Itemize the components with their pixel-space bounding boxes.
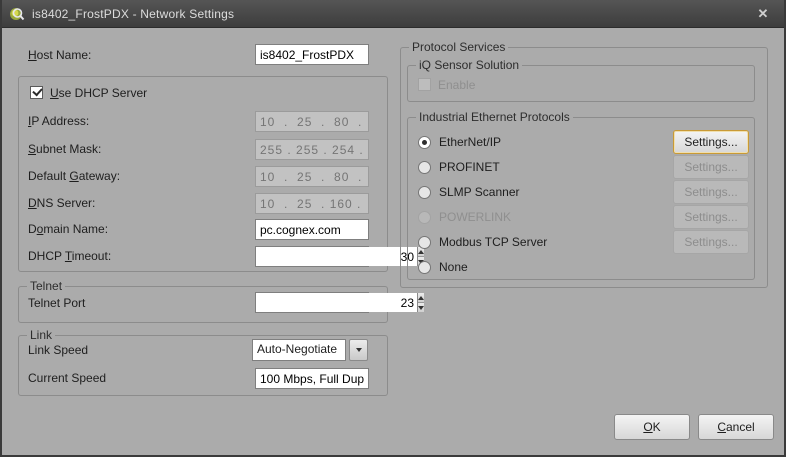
iq-sensor-group: iQ Sensor Solution Enable bbox=[407, 58, 755, 102]
right-column: Protocol Services iQ Sensor Solution Ena… bbox=[400, 28, 770, 428]
dns-server-input bbox=[255, 193, 369, 214]
use-dhcp-checkbox[interactable] bbox=[30, 86, 43, 99]
titlebar[interactable]: is8402_FrostPDX - Network Settings ✕ bbox=[2, 0, 784, 28]
domain-name-input[interactable] bbox=[255, 219, 369, 240]
telnet-legend: Telnet bbox=[30, 279, 63, 293]
use-dhcp-label: Use DHCP Server bbox=[50, 86, 148, 100]
host-name-input[interactable] bbox=[255, 44, 369, 65]
domain-name-label: Domain Name: bbox=[28, 222, 109, 236]
insight-app-icon bbox=[10, 7, 25, 20]
link-speed-dropdown[interactable]: Auto-Negotiate bbox=[252, 339, 368, 361]
protocol-services-group: Protocol Services iQ Sensor Solution Ena… bbox=[400, 40, 768, 288]
window-title: is8402_FrostPDX - Network Settings bbox=[32, 6, 235, 21]
link-legend: Link bbox=[30, 328, 53, 342]
telnet-port-input[interactable] bbox=[256, 293, 417, 312]
current-speed-input bbox=[255, 368, 369, 389]
subnet-mask-label: Subnet Mask: bbox=[28, 142, 102, 156]
none-row: None bbox=[418, 255, 746, 279]
dns-server-label: DNS Server: bbox=[28, 196, 96, 210]
iep-legend: Industrial Ethernet Protocols bbox=[419, 110, 570, 124]
modbus-label: Modbus TCP Server bbox=[439, 235, 548, 249]
slmp-label: SLMP Scanner bbox=[439, 185, 520, 199]
iq-sensor-legend: iQ Sensor Solution bbox=[419, 58, 520, 72]
host-name-label: Host Name: bbox=[28, 48, 92, 62]
profinet-settings-button: Settings... bbox=[673, 155, 749, 179]
ip-address-input bbox=[255, 111, 369, 132]
close-icon[interactable]: ✕ bbox=[740, 0, 784, 28]
none-label: None bbox=[439, 260, 468, 274]
slmp-row: SLMP Scanner Settings... bbox=[418, 180, 749, 204]
ethernet-ip-row: EtherNet/IP Settings... bbox=[418, 130, 749, 154]
modbus-row: Modbus TCP Server Settings... bbox=[418, 230, 749, 254]
powerlink-radio bbox=[418, 210, 431, 224]
protocol-services-legend: Protocol Services bbox=[412, 40, 506, 54]
link-speed-label: Link Speed bbox=[28, 343, 89, 357]
slmp-radio[interactable] bbox=[418, 185, 431, 199]
iep-group: Industrial Ethernet Protocols EtherNet/I… bbox=[407, 110, 755, 280]
ok-button[interactable]: OK bbox=[614, 414, 690, 440]
powerlink-row: POWERLINK Settings... bbox=[418, 205, 749, 229]
profinet-row: PROFINET Settings... bbox=[418, 155, 749, 179]
iq-enable-checkbox bbox=[418, 78, 431, 91]
dropdown-arrow-icon[interactable] bbox=[349, 339, 368, 361]
current-speed-label: Current Speed bbox=[28, 371, 107, 385]
ip-address-label: IP Address: bbox=[28, 114, 90, 128]
profinet-radio[interactable] bbox=[418, 160, 431, 174]
dhcp-timeout-label: DHCP Timeout: bbox=[28, 249, 112, 263]
profinet-label: PROFINET bbox=[439, 160, 500, 174]
left-column: Host Name: Use DHCP Server IP Address: S… bbox=[18, 28, 424, 428]
default-gateway-label: Default Gateway: bbox=[28, 169, 121, 183]
default-gateway-input bbox=[255, 166, 369, 187]
telnet-port-label: Telnet Port bbox=[28, 296, 86, 310]
modbus-radio[interactable] bbox=[418, 235, 431, 249]
modbus-settings-button: Settings... bbox=[673, 230, 749, 254]
dhcp-timeout-input[interactable] bbox=[256, 247, 417, 266]
powerlink-settings-button: Settings... bbox=[673, 205, 749, 229]
powerlink-label: POWERLINK bbox=[439, 210, 512, 224]
subnet-mask-input bbox=[255, 139, 369, 160]
telnet-port-stepper bbox=[255, 292, 424, 313]
none-radio[interactable] bbox=[418, 260, 431, 274]
ethernet-ip-label: EtherNet/IP bbox=[439, 135, 502, 149]
slmp-settings-button: Settings... bbox=[673, 180, 749, 204]
iq-enable-label: Enable bbox=[438, 78, 476, 92]
link-speed-value: Auto-Negotiate bbox=[252, 339, 346, 361]
ethernet-ip-radio[interactable] bbox=[418, 135, 431, 149]
ethernet-ip-settings-button[interactable]: Settings... bbox=[673, 130, 749, 154]
network-settings-dialog: is8402_FrostPDX - Network Settings ✕ Hos… bbox=[0, 0, 786, 457]
cancel-button[interactable]: Cancel bbox=[698, 414, 774, 440]
dhcp-timeout-stepper bbox=[255, 246, 424, 267]
